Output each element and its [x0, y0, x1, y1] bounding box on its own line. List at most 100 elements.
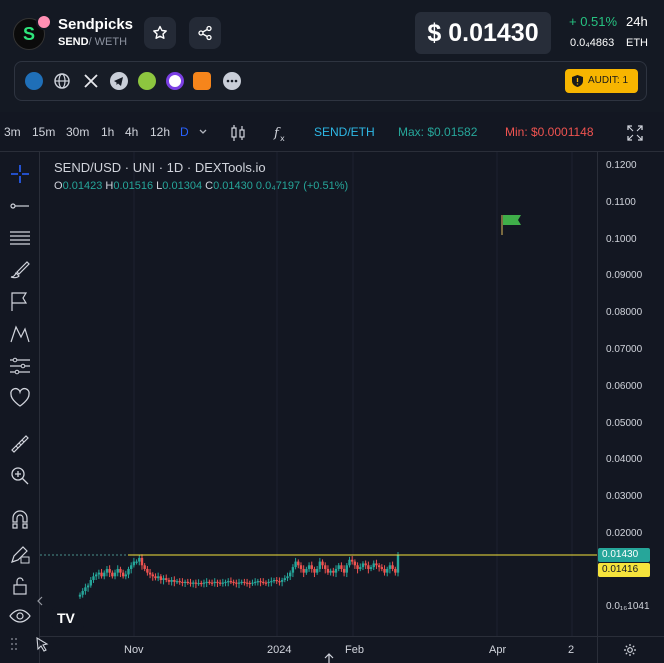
candle-body — [108, 568, 111, 573]
pair-symbols: SEND/ WETH — [58, 36, 127, 48]
token-name: Sendpicks — [58, 16, 134, 33]
price-change: + 0.51% — [569, 14, 618, 29]
social-links-bar: AUDIT: 1 — [14, 61, 647, 101]
x-tick-feb: Feb — [345, 644, 364, 656]
coinmarketcap-icon[interactable] — [166, 72, 184, 90]
audit-button[interactable]: AUDIT: 1 — [565, 69, 638, 93]
flag-icon[interactable] — [8, 290, 32, 314]
candle-body — [372, 563, 375, 568]
y-tick-label: 0.1100 — [606, 196, 636, 208]
candle-body — [289, 572, 292, 577]
eth-label: ETH — [626, 37, 648, 49]
drawing-tools-panel — [0, 152, 49, 663]
candle-body — [100, 572, 103, 577]
candle-body — [264, 582, 268, 584]
timeframe-12h[interactable]: 12h — [150, 125, 170, 139]
chart-toolbar: 3m 15m 30m 1h 4h 12h D fx SEND/ETH Max: … — [0, 114, 664, 152]
timeframe-3m[interactable]: 3m — [4, 125, 21, 139]
svg-text:TV: TV — [57, 610, 76, 626]
candle-body — [154, 576, 157, 579]
candle-body — [334, 568, 338, 573]
close-value: 0.01430 — [213, 180, 253, 192]
zoom-in-icon[interactable] — [8, 464, 32, 488]
ruler-icon[interactable] — [8, 432, 32, 456]
globe-icon[interactable] — [53, 72, 71, 90]
y-tick-label: 0.06000 — [606, 380, 643, 392]
share-icon — [198, 25, 212, 41]
chevron-down-icon[interactable] — [198, 128, 208, 136]
change-period: 24h — [626, 14, 648, 29]
chart-settings[interactable] — [597, 636, 664, 663]
candle-body — [224, 581, 227, 584]
candle-body — [78, 594, 82, 597]
candle-body — [194, 582, 198, 584]
candle-body — [275, 580, 278, 582]
trend-line-icon[interactable] — [8, 194, 32, 218]
candle-body — [127, 568, 130, 575]
magnet-icon[interactable] — [8, 510, 32, 534]
favorite-button[interactable] — [144, 17, 176, 49]
y-tick-label: 0.1000 — [606, 233, 637, 245]
candle-body — [197, 582, 200, 585]
candle-body — [329, 570, 332, 573]
lock-pencil-icon[interactable] — [8, 542, 32, 566]
chart-canvas[interactable]: TV — [40, 152, 597, 636]
base-symbol: SEND — [58, 36, 89, 48]
timeframe-30m[interactable]: 30m — [66, 125, 89, 139]
fib-icon[interactable] — [8, 354, 32, 378]
candle-body — [183, 581, 187, 584]
timeframe-1h[interactable]: 1h — [101, 125, 114, 139]
indicators-icon[interactable]: fx — [272, 123, 290, 143]
candle-body — [253, 581, 257, 584]
candle-body — [81, 591, 84, 595]
horizontal-lines-icon[interactable] — [8, 226, 32, 250]
gear-icon[interactable] — [623, 643, 637, 657]
candles-type-icon[interactable] — [229, 123, 247, 143]
timeframe-d[interactable]: D — [180, 125, 189, 139]
candle-body — [280, 580, 284, 582]
scroll-up-icon[interactable] — [323, 653, 335, 663]
eye-icon[interactable] — [8, 604, 32, 628]
x-tick-apr: Apr — [489, 644, 507, 656]
heart-icon[interactable] — [8, 386, 32, 410]
more-icon[interactable] — [223, 72, 241, 90]
candle-body — [375, 563, 378, 566]
chart-title: SEND/USD · UNI · 1D · DEXTools.io — [54, 160, 266, 175]
dextools-icon[interactable] — [25, 72, 43, 90]
ohlc-legend: O0.01423 H0.01516 L0.01304 C0.01430 0.0₄… — [54, 180, 348, 192]
pattern-icon[interactable] — [8, 322, 32, 346]
coingecko-icon[interactable] — [138, 72, 156, 90]
drag-handle-icon[interactable] — [9, 636, 19, 652]
candle-body — [121, 572, 125, 577]
candle-body — [105, 568, 109, 573]
timeframe-15m[interactable]: 15m — [32, 125, 55, 139]
share-button[interactable] — [189, 17, 221, 49]
candle-body — [259, 581, 262, 583]
brush-icon[interactable] — [8, 258, 32, 282]
candle-body — [237, 582, 241, 584]
x-tick-2024: 2024 — [267, 644, 292, 656]
crosshair-icon[interactable] — [8, 162, 32, 186]
unlock-icon[interactable] — [8, 574, 32, 598]
telegram-icon[interactable] — [110, 72, 128, 90]
candle-body — [103, 572, 106, 577]
change-value: 0.0₄7197 (+0.51%) — [255, 180, 349, 192]
candle-body — [140, 557, 144, 566]
candle-body — [299, 565, 303, 569]
candle-body — [208, 581, 211, 584]
candle-body — [119, 568, 122, 573]
candlestick-chart: TV — [40, 152, 597, 636]
candle-body — [251, 582, 254, 584]
candle-body — [210, 582, 214, 584]
svg-text:x: x — [280, 134, 285, 143]
y-tick-label: 0.02000 — [606, 528, 643, 539]
timeframe-4h[interactable]: 4h — [125, 125, 138, 139]
metamask-icon[interactable] — [193, 72, 211, 90]
x-icon[interactable] — [82, 72, 100, 90]
x-tick-nov: Nov — [124, 644, 144, 656]
candle-body — [356, 565, 359, 569]
fullscreen-icon[interactable] — [627, 125, 643, 141]
max-price: Max: $0.01582 — [398, 125, 478, 139]
candle-body — [361, 563, 365, 568]
candle-body — [124, 574, 128, 577]
